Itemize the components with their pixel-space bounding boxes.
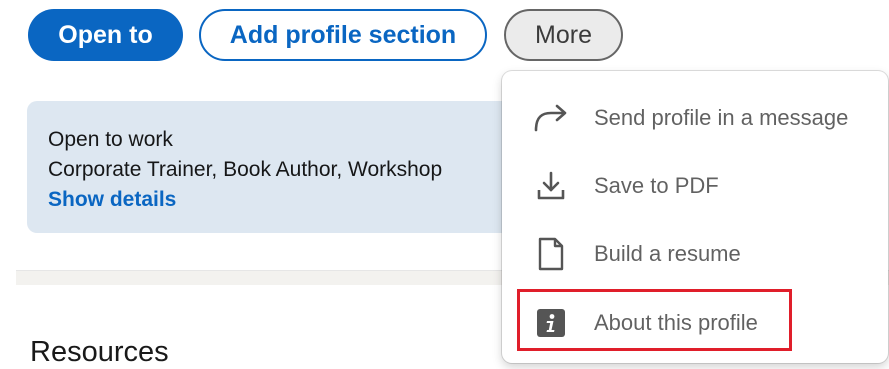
highlight-box (517, 289, 792, 351)
menu-item-label: Send profile in a message (594, 105, 849, 130)
open-to-work-title: Open to work (48, 128, 173, 151)
open-to-button[interactable]: Open to (28, 9, 183, 61)
more-button[interactable]: More (504, 9, 623, 61)
show-details-link[interactable]: Show details (48, 188, 176, 212)
menu-item-label: Save to PDF (594, 173, 719, 198)
resources-heading: Resources (30, 336, 169, 368)
add-profile-section-button[interactable]: Add profile section (199, 9, 487, 61)
menu-item-build-resume[interactable]: Build a resume (518, 222, 878, 286)
menu-item-save-pdf[interactable]: Save to PDF (518, 154, 878, 218)
document-icon (532, 235, 570, 273)
download-icon (532, 167, 570, 205)
menu-item-label: Build a resume (594, 241, 741, 266)
open-to-work-card: Open to work Corporate Trainer, Book Aut… (27, 101, 547, 233)
share-arrow-icon (532, 99, 570, 137)
open-to-work-roles: Corporate Trainer, Book Author, Workshop (48, 158, 443, 181)
menu-item-send-profile[interactable]: Send profile in a message (518, 86, 878, 150)
